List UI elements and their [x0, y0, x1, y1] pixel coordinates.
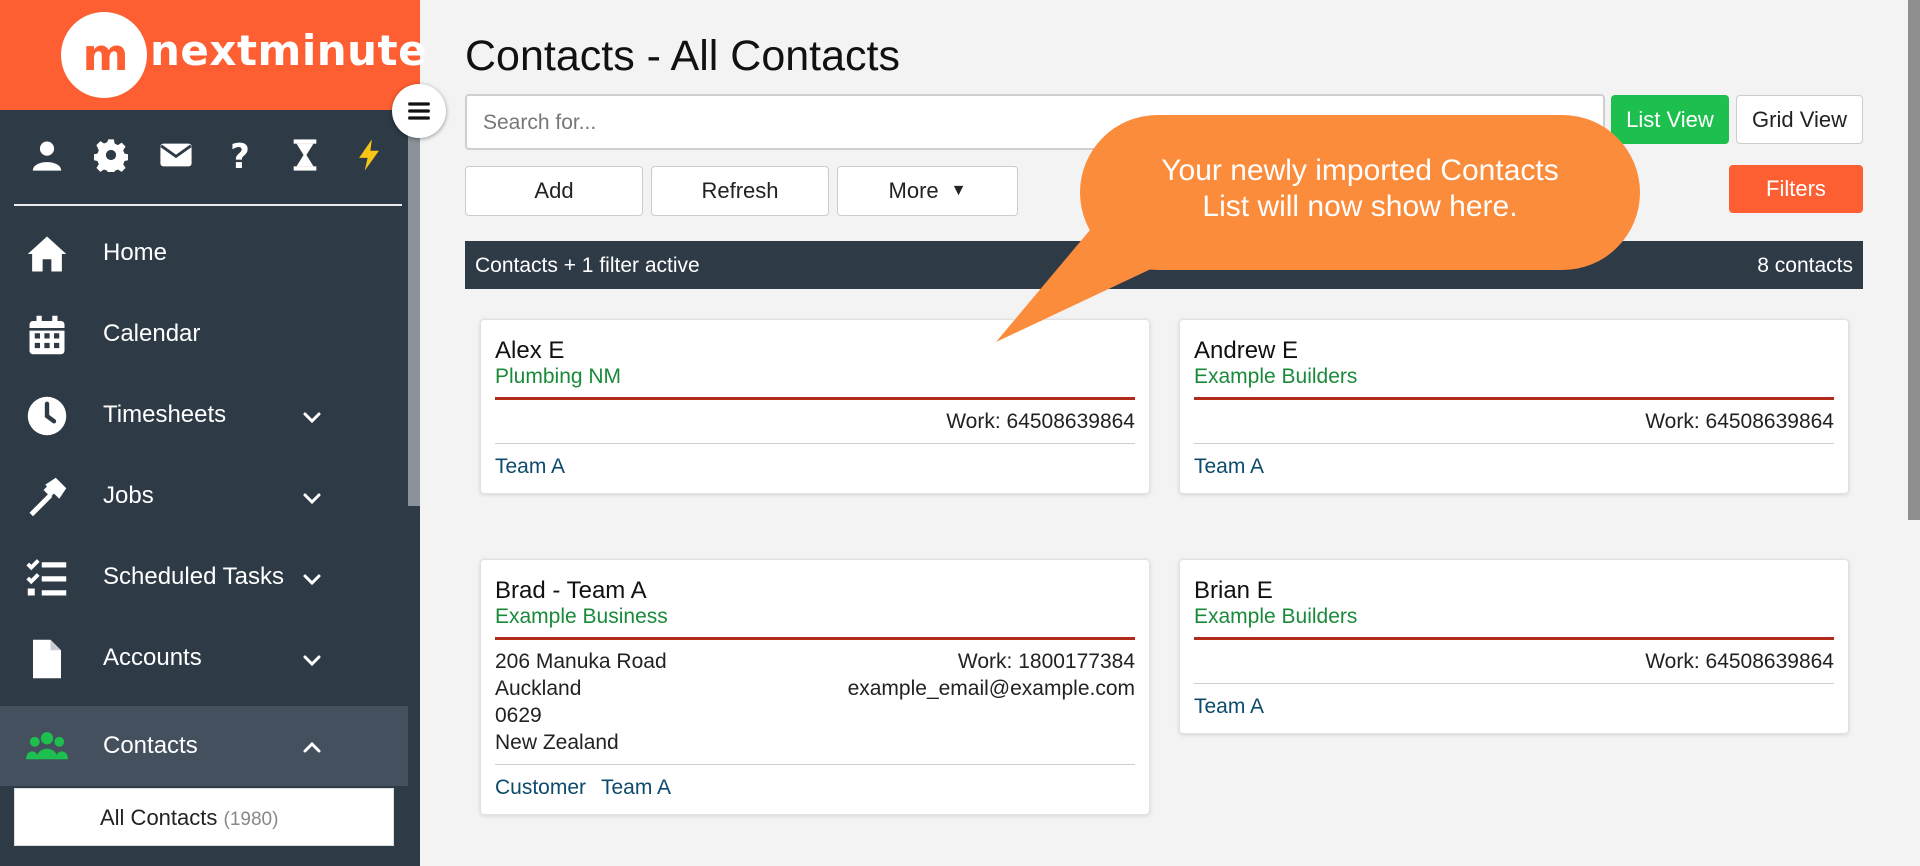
user-icon[interactable] [22, 130, 72, 180]
logo-mark: m [82, 30, 129, 81]
contact-tag[interactable]: Team A [601, 776, 671, 800]
contact-company[interactable]: Example Business [495, 605, 668, 629]
card-divider [495, 443, 1135, 444]
lightning-icon[interactable] [344, 130, 394, 180]
envelope-icon[interactable] [151, 130, 201, 180]
sidebar-item-scheduled-tasks[interactable]: Scheduled Tasks [0, 537, 408, 618]
contact-tag[interactable]: Customer [495, 776, 586, 800]
contact-card[interactable]: Andrew E Example Builders Work: 64508639… [1179, 319, 1849, 494]
calendar-icon [26, 314, 68, 356]
contact-company[interactable]: Example Builders [1194, 605, 1357, 629]
contact-card[interactable]: Brian E Example Builders Work: 645086398… [1179, 559, 1849, 734]
sidebar-item-contacts[interactable]: Contacts [0, 706, 408, 786]
contact-company[interactable]: Example Builders [1194, 365, 1357, 389]
contact-card[interactable]: Brad - Team A Example Business 206 Manuk… [480, 559, 1150, 815]
chevron-down-icon [303, 412, 321, 424]
filter-status: Contacts + 1 filter active [475, 254, 700, 277]
contact-name[interactable]: Andrew E [1194, 337, 1298, 365]
caret-down-icon: ▼ [950, 182, 967, 199]
list-view-button[interactable]: List View [1611, 95, 1729, 144]
sidebar-item-label: Contacts [103, 732, 198, 759]
sidebar-item-label: Scheduled Tasks [103, 563, 285, 590]
contact-company[interactable]: Plumbing NM [495, 365, 621, 389]
card-divider [495, 764, 1135, 765]
page-scrollbar[interactable] [1908, 0, 1920, 520]
page-title: Contacts - All Contacts [465, 32, 900, 80]
contact-work-phone: Work: 64508639864 [946, 410, 1135, 433]
sidebar-toolbar: ? [14, 130, 402, 186]
sidebar-item-label: Jobs [103, 482, 154, 509]
contact-tag[interactable]: Team A [1194, 695, 1264, 719]
refresh-button[interactable]: Refresh [651, 166, 829, 216]
filters-button[interactable]: Filters [1729, 165, 1863, 213]
add-button[interactable]: Add [465, 166, 643, 216]
sidebar-item-label: Timesheets [103, 401, 227, 428]
more-button-label: More [888, 178, 939, 203]
contact-work-phone: Work: 1800177384 [957, 650, 1135, 673]
hourglass-icon[interactable] [280, 130, 330, 180]
chevron-down-icon [303, 574, 321, 586]
address-line: New Zealand [495, 731, 619, 754]
sidebar-item-accounts[interactable]: Accounts [0, 618, 408, 699]
clock-icon [26, 395, 68, 437]
card-divider [495, 397, 1135, 400]
card-divider [1194, 443, 1834, 444]
contact-email[interactable]: example_email@example.com [848, 677, 1135, 701]
sidebar-item-timesheets[interactable]: Timesheets [0, 375, 408, 456]
card-divider [1194, 637, 1834, 640]
callout-bubble: Your newly imported Contacts List will n… [1080, 115, 1640, 270]
sidebar-item-label: Home [103, 239, 168, 266]
contact-name[interactable]: Alex E [495, 337, 564, 365]
menu-toggle-button[interactable] [392, 84, 446, 138]
sidebar-divider [14, 204, 402, 206]
contact-count: 8 contacts [1757, 254, 1853, 277]
question-icon[interactable]: ? [215, 130, 265, 180]
sidebar-item-calendar[interactable]: Calendar [0, 294, 408, 375]
grid-view-button[interactable]: Grid View [1736, 95, 1863, 144]
sidebar-item-home[interactable]: Home [0, 213, 408, 294]
callout-line: List will now show here. [1202, 190, 1518, 223]
tasks-icon [26, 557, 68, 599]
contact-tag[interactable]: Team A [1194, 455, 1264, 479]
subitem-count: (1980) [223, 809, 279, 830]
sidebar-subitem-all-contacts[interactable]: All Contacts (1980) [14, 788, 394, 846]
contact-tag[interactable]: Team A [495, 455, 565, 479]
address-line: 0629 [495, 704, 542, 727]
svg-text:?: ? [230, 138, 250, 172]
contact-card[interactable]: Alex E Plumbing NM Work: 64508639864 Tea… [480, 319, 1150, 494]
sidebar-item-label: Calendar [103, 320, 201, 347]
people-icon [26, 726, 68, 768]
chevron-down-icon [303, 655, 321, 667]
card-divider [1194, 397, 1834, 400]
sidebar-scrollbar[interactable] [408, 110, 420, 506]
address-line: Auckland [495, 677, 582, 700]
hamburger-icon [408, 102, 430, 120]
contact-name[interactable]: Brian E [1194, 577, 1273, 605]
address-line: 206 Manuka Road [495, 650, 667, 673]
brand-header: m nextminute [0, 0, 427, 110]
card-divider [495, 637, 1135, 640]
gear-icon[interactable] [86, 130, 136, 180]
sidebar: m nextminute ? Home Calendar Timesheets … [0, 0, 427, 866]
contact-work-phone: Work: 64508639864 [1645, 650, 1834, 673]
home-icon [26, 233, 68, 275]
chevron-up-icon [303, 741, 321, 753]
logo[interactable]: m [61, 12, 147, 98]
sidebar-item-label: Accounts [103, 644, 202, 671]
subitem-label: All Contacts [100, 805, 218, 830]
brand-name: nextminute [150, 26, 428, 75]
callout-text: Your newly imported Contacts List will n… [1100, 153, 1620, 225]
card-divider [1194, 683, 1834, 684]
contact-name[interactable]: Brad - Team A [495, 577, 647, 605]
chevron-down-icon [303, 493, 321, 505]
sidebar-item-jobs[interactable]: Jobs [0, 456, 408, 537]
callout-line: Your newly imported Contacts [1161, 154, 1559, 187]
more-button[interactable]: More ▼ [837, 166, 1018, 216]
document-icon [26, 638, 68, 680]
hammer-icon [26, 476, 68, 518]
contact-work-phone: Work: 64508639864 [1645, 410, 1834, 433]
